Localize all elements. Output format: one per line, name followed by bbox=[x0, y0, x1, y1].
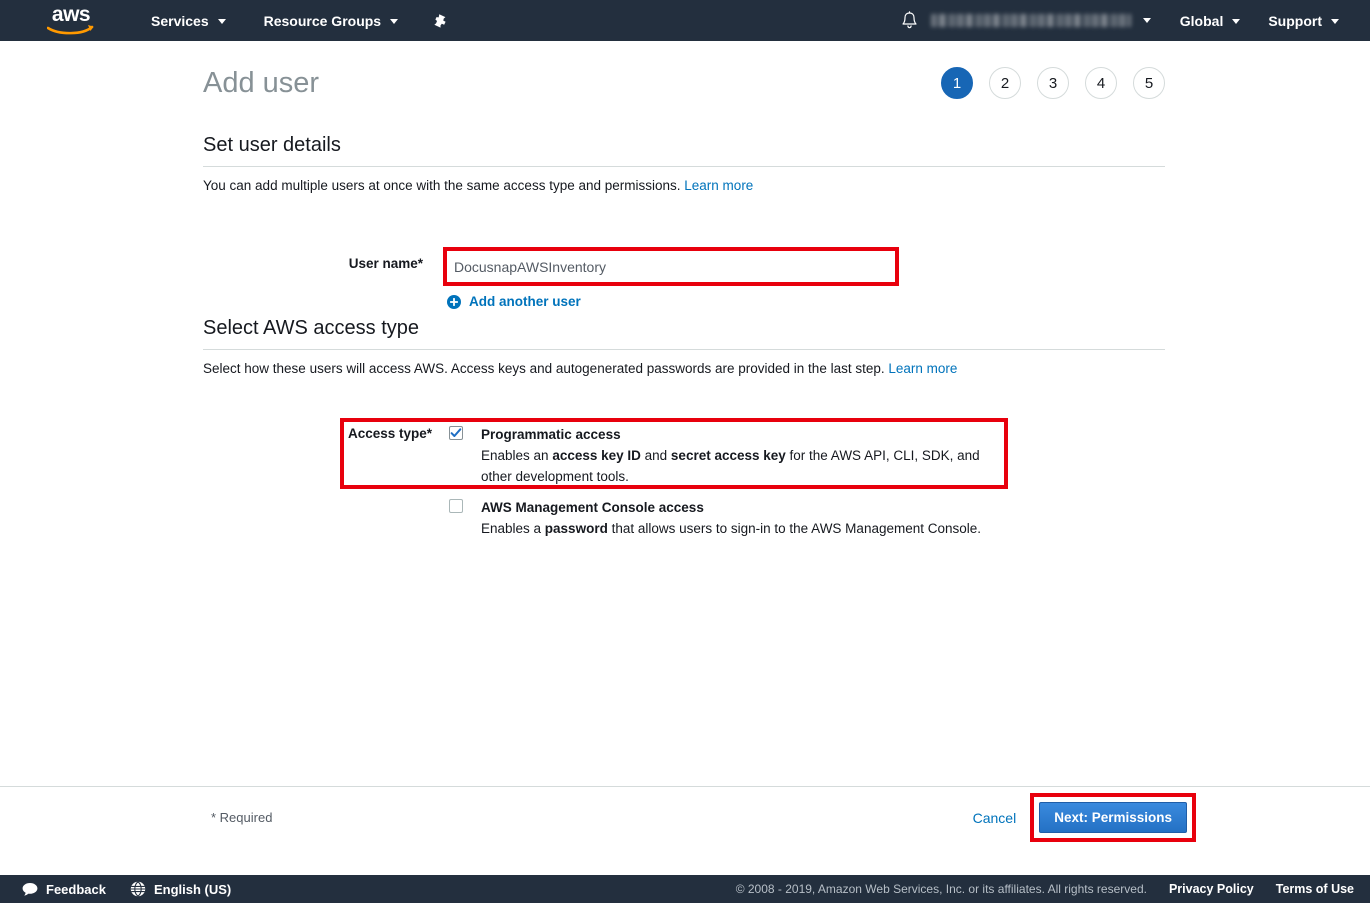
select-access-type-description: Select how these users will access AWS. … bbox=[203, 350, 1165, 378]
plus-circle-icon-glyph bbox=[447, 294, 461, 309]
footer-bar: Feedback English (US) © 2008 - 2019, Ama… bbox=[0, 875, 1370, 903]
next-button-wrapper: Next: Permissions bbox=[1030, 793, 1196, 842]
nav-resource-groups-label: Resource Groups bbox=[263, 12, 382, 29]
select-access-type-description-text: Select how these users will access AWS. … bbox=[203, 361, 885, 376]
set-user-details-description: You can add multiple users at once with … bbox=[203, 167, 1165, 195]
checkmark-icon bbox=[450, 428, 462, 437]
desc-part-bold: access key ID bbox=[552, 448, 641, 463]
aws-logo-smile-icon bbox=[47, 24, 94, 34]
next-permissions-button[interactable]: Next: Permissions bbox=[1039, 802, 1187, 833]
action-buttons-group: Cancel Next: Permissions bbox=[973, 793, 1196, 842]
region-selector-label: Global bbox=[1179, 12, 1224, 29]
nav-services-label: Services bbox=[151, 12, 209, 29]
action-bar: * Required Cancel Next: Permissions bbox=[0, 787, 1370, 848]
nav-services[interactable]: Services bbox=[140, 0, 237, 41]
username-row: User name* bbox=[203, 247, 433, 281]
console-access-text: AWS Management Console access Enables a … bbox=[481, 497, 1041, 539]
add-another-user-label: Add another user bbox=[469, 294, 581, 309]
desc-part-bold: secret access key bbox=[670, 448, 786, 463]
terms-of-use-link[interactable]: Terms of Use bbox=[1276, 882, 1354, 896]
aws-logo-wordmark: aws bbox=[51, 2, 91, 26]
copyright-text: © 2008 - 2019, Amazon Web Services, Inc.… bbox=[735, 882, 1147, 896]
access-type-label: Access type* bbox=[348, 426, 433, 441]
chevron-down-icon bbox=[217, 19, 226, 24]
desc-part: that allows users to sign-in to the AWS … bbox=[607, 521, 982, 536]
chevron-down-icon bbox=[1232, 19, 1241, 24]
desc-part: Enables a bbox=[481, 521, 545, 536]
required-note: * Required bbox=[211, 810, 273, 825]
chevron-down-icon bbox=[1142, 18, 1151, 23]
privacy-policy-link[interactable]: Privacy Policy bbox=[1169, 882, 1254, 896]
account-name-redacted bbox=[930, 14, 1131, 27]
footer-left-group: Feedback English (US) bbox=[22, 881, 231, 897]
checkbox-programmatic-access[interactable] bbox=[449, 426, 463, 440]
username-label: User name* bbox=[348, 256, 423, 271]
aws-logo[interactable]: aws bbox=[43, 4, 99, 38]
desc-part-bold: password bbox=[544, 521, 608, 536]
plus-circle-icon bbox=[447, 294, 461, 309]
set-user-details-section: Set user details You can add multiple us… bbox=[203, 134, 1165, 195]
select-access-type-title: Select AWS access type bbox=[203, 317, 420, 339]
notifications-bell-icon[interactable] bbox=[893, 0, 927, 41]
step-4[interactable]: 4 bbox=[1085, 67, 1117, 99]
language-selector[interactable]: English (US) bbox=[130, 881, 231, 897]
learn-more-link-access-type[interactable]: Learn more bbox=[888, 361, 957, 376]
console-access-title: AWS Management Console access bbox=[481, 500, 704, 515]
cancel-button[interactable]: Cancel bbox=[973, 810, 1017, 826]
bell-icon-glyph bbox=[902, 11, 917, 29]
top-navigation-bar: aws Services Resource Groups Global Supp… bbox=[0, 0, 1370, 41]
programmatic-access-title: Programmatic access bbox=[481, 427, 621, 442]
page-content: Add user 1 2 3 4 5 Set user details You … bbox=[0, 41, 1370, 827]
footer-right-group: © 2008 - 2019, Amazon Web Services, Inc.… bbox=[736, 882, 1354, 896]
step-5[interactable]: 5 bbox=[1133, 67, 1165, 99]
select-access-type-section: Select AWS access type Select how these … bbox=[203, 317, 1165, 378]
globe-icon bbox=[130, 881, 146, 897]
add-another-user-button[interactable]: Add another user bbox=[447, 294, 581, 309]
step-indicator: 1 2 3 4 5 bbox=[941, 67, 1165, 99]
step-3[interactable]: 3 bbox=[1037, 67, 1069, 99]
feedback-label: Feedback bbox=[46, 881, 106, 897]
step-2[interactable]: 2 bbox=[989, 67, 1021, 99]
step-1[interactable]: 1 bbox=[941, 67, 973, 99]
account-menu[interactable] bbox=[927, 0, 1157, 41]
set-user-details-title: Set user details bbox=[203, 134, 341, 156]
set-user-details-description-text: You can add multiple users at once with … bbox=[203, 178, 681, 193]
feedback-button[interactable]: Feedback bbox=[22, 882, 106, 897]
support-menu-label: Support bbox=[1268, 12, 1322, 29]
username-input-wrapper bbox=[443, 247, 899, 286]
page-header: Add user 1 2 3 4 5 bbox=[203, 55, 1165, 111]
pin-icon-glyph bbox=[434, 13, 446, 28]
chevron-down-icon bbox=[1331, 19, 1339, 24]
chevron-down-icon bbox=[390, 19, 399, 24]
desc-part: and bbox=[640, 448, 671, 463]
region-selector[interactable]: Global bbox=[1169, 0, 1252, 41]
support-menu[interactable]: Support bbox=[1257, 0, 1350, 41]
learn-more-link-user-details[interactable]: Learn more bbox=[684, 178, 753, 193]
pin-icon[interactable] bbox=[427, 0, 453, 41]
programmatic-access-text: Programmatic access Enables an access ke… bbox=[481, 424, 1011, 487]
nav-resource-groups[interactable]: Resource Groups bbox=[253, 0, 409, 41]
language-label: English (US) bbox=[153, 881, 232, 897]
checkbox-console-access[interactable] bbox=[449, 499, 463, 513]
console-access-description: Enables a password that allows users to … bbox=[481, 518, 1021, 539]
programmatic-access-description: Enables an access key ID and secret acce… bbox=[481, 445, 1011, 487]
nav-right-group: Global Support bbox=[893, 0, 1370, 41]
username-input[interactable] bbox=[443, 247, 899, 286]
speech-bubble-icon bbox=[22, 882, 38, 896]
desc-part: Enables an bbox=[481, 448, 553, 463]
page-title: Add user bbox=[203, 66, 320, 99]
